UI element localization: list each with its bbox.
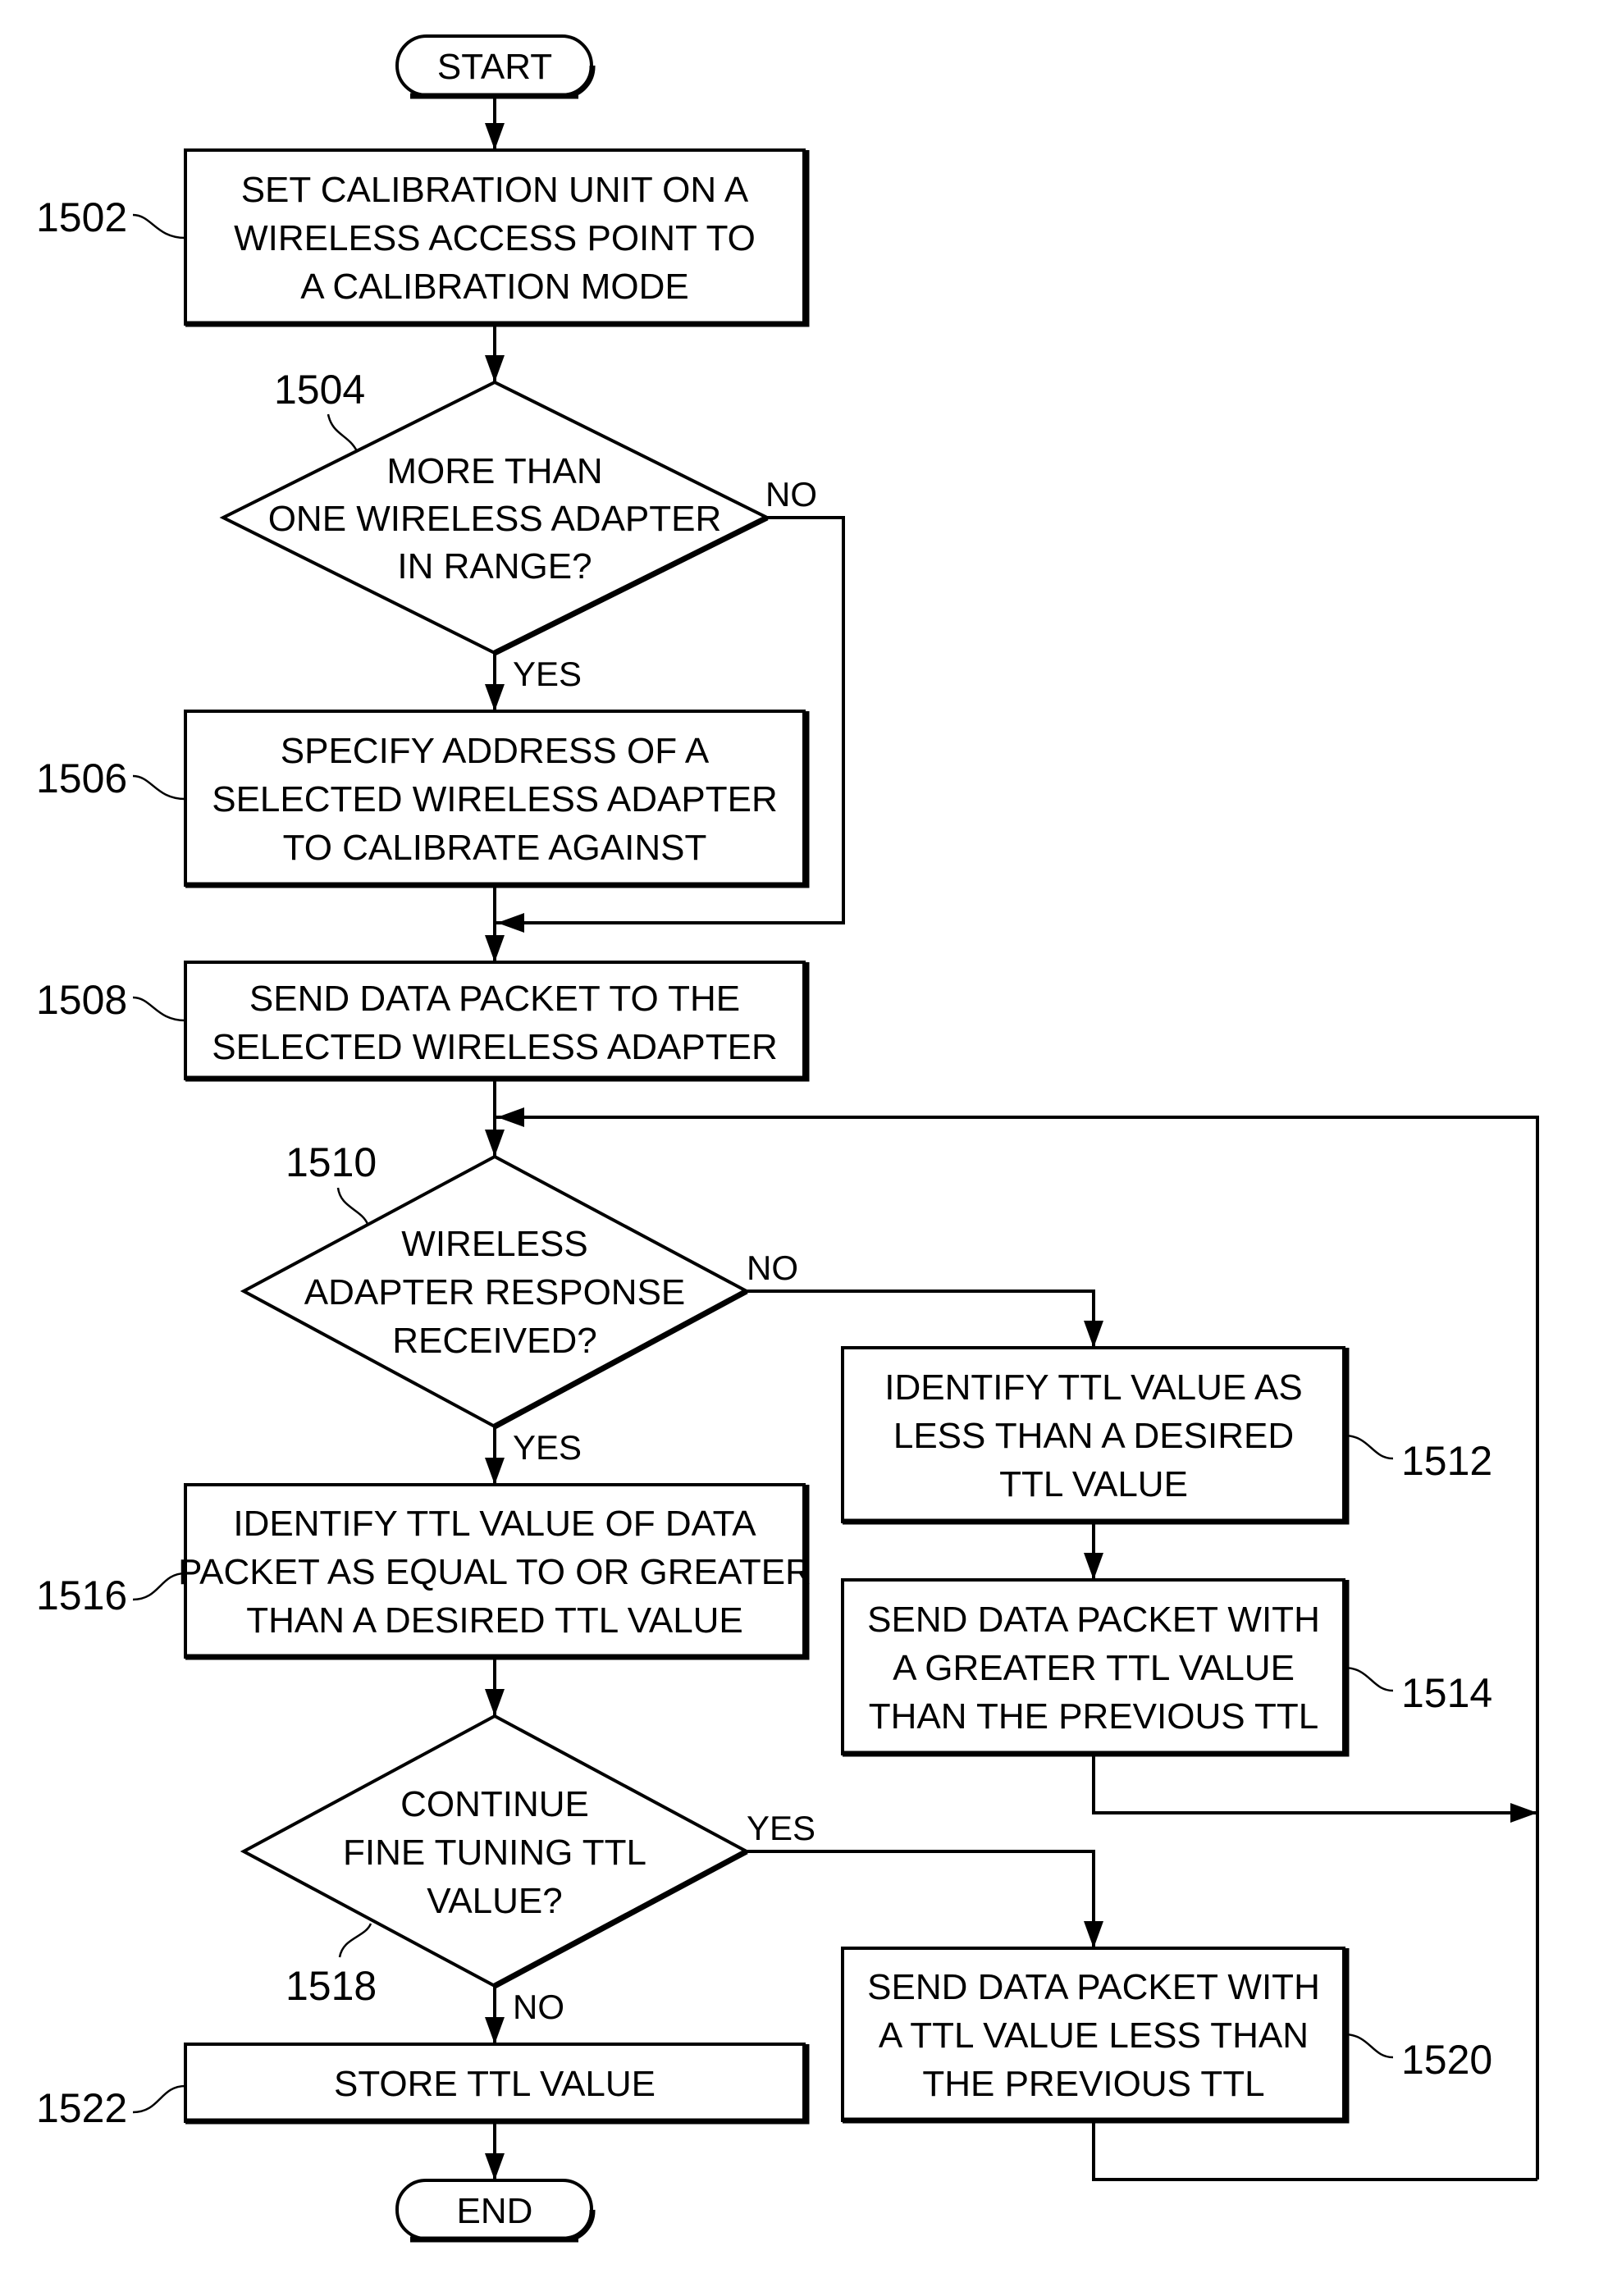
ref-label-1512: 1512 bbox=[1401, 1438, 1492, 1484]
box-1514-line-3: THAN THE PREVIOUS TTL bbox=[869, 1696, 1318, 1737]
process-box-1516[interactable]: IDENTIFY TTL VALUE OF DATA PACKET AS EQU… bbox=[178, 1483, 811, 1660]
end-label: END bbox=[457, 2191, 533, 2231]
arrowhead-icon bbox=[1084, 1321, 1103, 1348]
leader-1508 bbox=[132, 996, 186, 1022]
arrowhead-icon bbox=[1510, 1803, 1537, 1823]
diamond-1504-line-3: IN RANGE? bbox=[397, 546, 592, 587]
edge-1520-to-loop bbox=[1092, 2120, 1537, 2181]
arrowhead-icon bbox=[485, 684, 505, 711]
arrowhead-icon bbox=[485, 2153, 505, 2180]
ref-label-1506: 1506 bbox=[36, 755, 127, 801]
box-1506-line-1: SPECIFY ADDRESS OF A bbox=[281, 731, 710, 771]
box-1506-line-3: TO CALIBRATE AGAINST bbox=[283, 828, 707, 868]
box-1502-line-3: A CALIBRATION MODE bbox=[300, 267, 689, 307]
box-1520-line-3: THE PREVIOUS TTL bbox=[922, 2064, 1264, 2104]
box-1514-line-1: SEND DATA PACKET WITH bbox=[867, 1600, 1320, 1640]
branch-label-1510-no: NO bbox=[747, 1248, 798, 1287]
arrowhead-icon bbox=[1084, 1553, 1103, 1580]
process-box-1512[interactable]: IDENTIFY TTL VALUE AS LESS THAN A DESIRE… bbox=[841, 1346, 1350, 1525]
flowchart: START END SET CALIBRATION UNIT ON A WIRE… bbox=[36, 34, 1539, 2243]
ref-label-1510: 1510 bbox=[286, 1139, 377, 1185]
leader-1512 bbox=[1343, 1434, 1394, 1460]
end-terminal[interactable]: END bbox=[395, 2179, 596, 2243]
branch-label-1504-no: NO bbox=[765, 475, 817, 514]
box-1508-line-2: SELECTED WIRELESS ADAPTER bbox=[212, 1027, 778, 1067]
leader-1522 bbox=[132, 2084, 186, 2114]
leader-1518 bbox=[338, 1923, 372, 1958]
diamond-1510-line-3: RECEIVED? bbox=[392, 1321, 596, 1361]
arrowhead-icon bbox=[485, 2017, 505, 2044]
process-box-1520[interactable]: SEND DATA PACKET WITH A TTL VALUE LESS T… bbox=[841, 1947, 1350, 2124]
box-1502-line-2: WIRELESS ACCESS POINT TO bbox=[234, 218, 756, 258]
process-box-1506[interactable]: SPECIFY ADDRESS OF A SELECTED WIRELESS A… bbox=[184, 710, 810, 888]
box-1512-line-2: LESS THAN A DESIRED bbox=[893, 1416, 1294, 1456]
diamond-1518-line-3: VALUE? bbox=[427, 1881, 563, 1921]
arrowhead-icon bbox=[1084, 1921, 1103, 1948]
box-1516-line-1: IDENTIFY TTL VALUE OF DATA bbox=[233, 1504, 756, 1544]
process-box-1514[interactable]: SEND DATA PACKET WITH A GREATER TTL VALU… bbox=[841, 1578, 1350, 1757]
decision-diamond-1504[interactable]: MORE THAN ONE WIRELESS ADAPTER IN RANGE? bbox=[219, 380, 771, 656]
ref-label-1518: 1518 bbox=[286, 1963, 377, 2009]
box-1522-line-1: STORE TTL VALUE bbox=[334, 2064, 656, 2104]
diamond-1510-line-1: WIRELESS bbox=[401, 1224, 587, 1264]
edge-1514-to-loop bbox=[1092, 1754, 1537, 1814]
ref-label-1514: 1514 bbox=[1401, 1670, 1492, 1716]
ref-label-1504: 1504 bbox=[274, 367, 365, 413]
branch-label-1518-yes: YES bbox=[747, 1809, 815, 1847]
box-1506-line-2: SELECTED WIRELESS ADAPTER bbox=[212, 779, 778, 819]
box-1502-line-1: SET CALIBRATION UNIT ON A bbox=[241, 170, 749, 210]
ref-label-1502: 1502 bbox=[36, 194, 127, 240]
ref-label-1522: 1522 bbox=[36, 2085, 127, 2131]
arrowhead-icon bbox=[485, 1458, 505, 1485]
edge-1518-yes-to-1520 bbox=[747, 1850, 1095, 1948]
leader-1504 bbox=[327, 413, 359, 452]
diamond-1504-line-2: ONE WIRELESS ADAPTER bbox=[268, 499, 722, 539]
leader-1520 bbox=[1343, 2033, 1394, 2059]
box-1520-line-1: SEND DATA PACKET WITH bbox=[867, 1967, 1320, 2007]
diamond-1518-line-1: CONTINUE bbox=[400, 1784, 589, 1824]
process-box-1502[interactable]: SET CALIBRATION UNIT ON A WIRELESS ACCES… bbox=[184, 148, 810, 327]
box-1512-line-3: TTL VALUE bbox=[999, 1464, 1188, 1504]
box-1508-line-1: SEND DATA PACKET TO THE bbox=[249, 979, 740, 1019]
box-1516-line-2: PACKET AS EQUAL TO OR GREATER bbox=[178, 1552, 811, 1592]
leader-1510 bbox=[336, 1187, 369, 1225]
leader-1514 bbox=[1343, 1666, 1394, 1692]
box-1516-line-3: THAN A DESIRED TTL VALUE bbox=[246, 1600, 743, 1641]
arrowhead-icon bbox=[485, 1689, 505, 1716]
arrowhead-icon bbox=[497, 913, 524, 933]
box-1520-line-2: A TTL VALUE LESS THAN bbox=[879, 2015, 1309, 2056]
arrowhead-icon bbox=[485, 123, 505, 150]
process-box-1508[interactable]: SEND DATA PACKET TO THE SELECTED WIRELES… bbox=[184, 961, 810, 1082]
branch-label-1518-no: NO bbox=[513, 1988, 564, 2026]
diamond-1504-line-1: MORE THAN bbox=[386, 451, 602, 491]
branch-label-1510-yes: YES bbox=[513, 1428, 582, 1467]
ref-label-1516: 1516 bbox=[36, 1573, 127, 1618]
ref-label-1520: 1520 bbox=[1401, 2037, 1492, 2083]
branch-label-1504-yes: YES bbox=[513, 655, 582, 693]
arrowhead-icon bbox=[497, 1107, 524, 1127]
box-1512-line-1: IDENTIFY TTL VALUE AS bbox=[884, 1367, 1302, 1408]
decision-diamond-1510[interactable]: WIRELESS ADAPTER RESPONSE RECEIVED? bbox=[240, 1154, 751, 1430]
start-label: START bbox=[437, 47, 552, 87]
diamond-1510-line-2: ADAPTER RESPONSE bbox=[304, 1272, 686, 1312]
ref-label-1508: 1508 bbox=[36, 977, 127, 1023]
leader-1506 bbox=[132, 774, 186, 801]
leader-1502 bbox=[132, 213, 186, 240]
edge-1510-no-to-1512 bbox=[747, 1290, 1095, 1348]
decision-diamond-1518[interactable]: CONTINUE FINE TUNING TTL VALUE? bbox=[240, 1714, 751, 1989]
box-1514-line-2: A GREATER TTL VALUE bbox=[893, 1648, 1295, 1688]
arrowhead-icon bbox=[485, 355, 505, 382]
arrowhead-icon bbox=[485, 935, 505, 962]
diamond-1518-line-2: FINE TUNING TTL bbox=[343, 1833, 646, 1873]
start-terminal[interactable]: START bbox=[395, 34, 596, 99]
arrowhead-icon bbox=[485, 1130, 505, 1157]
process-box-1522[interactable]: STORE TTL VALUE bbox=[184, 2043, 810, 2125]
